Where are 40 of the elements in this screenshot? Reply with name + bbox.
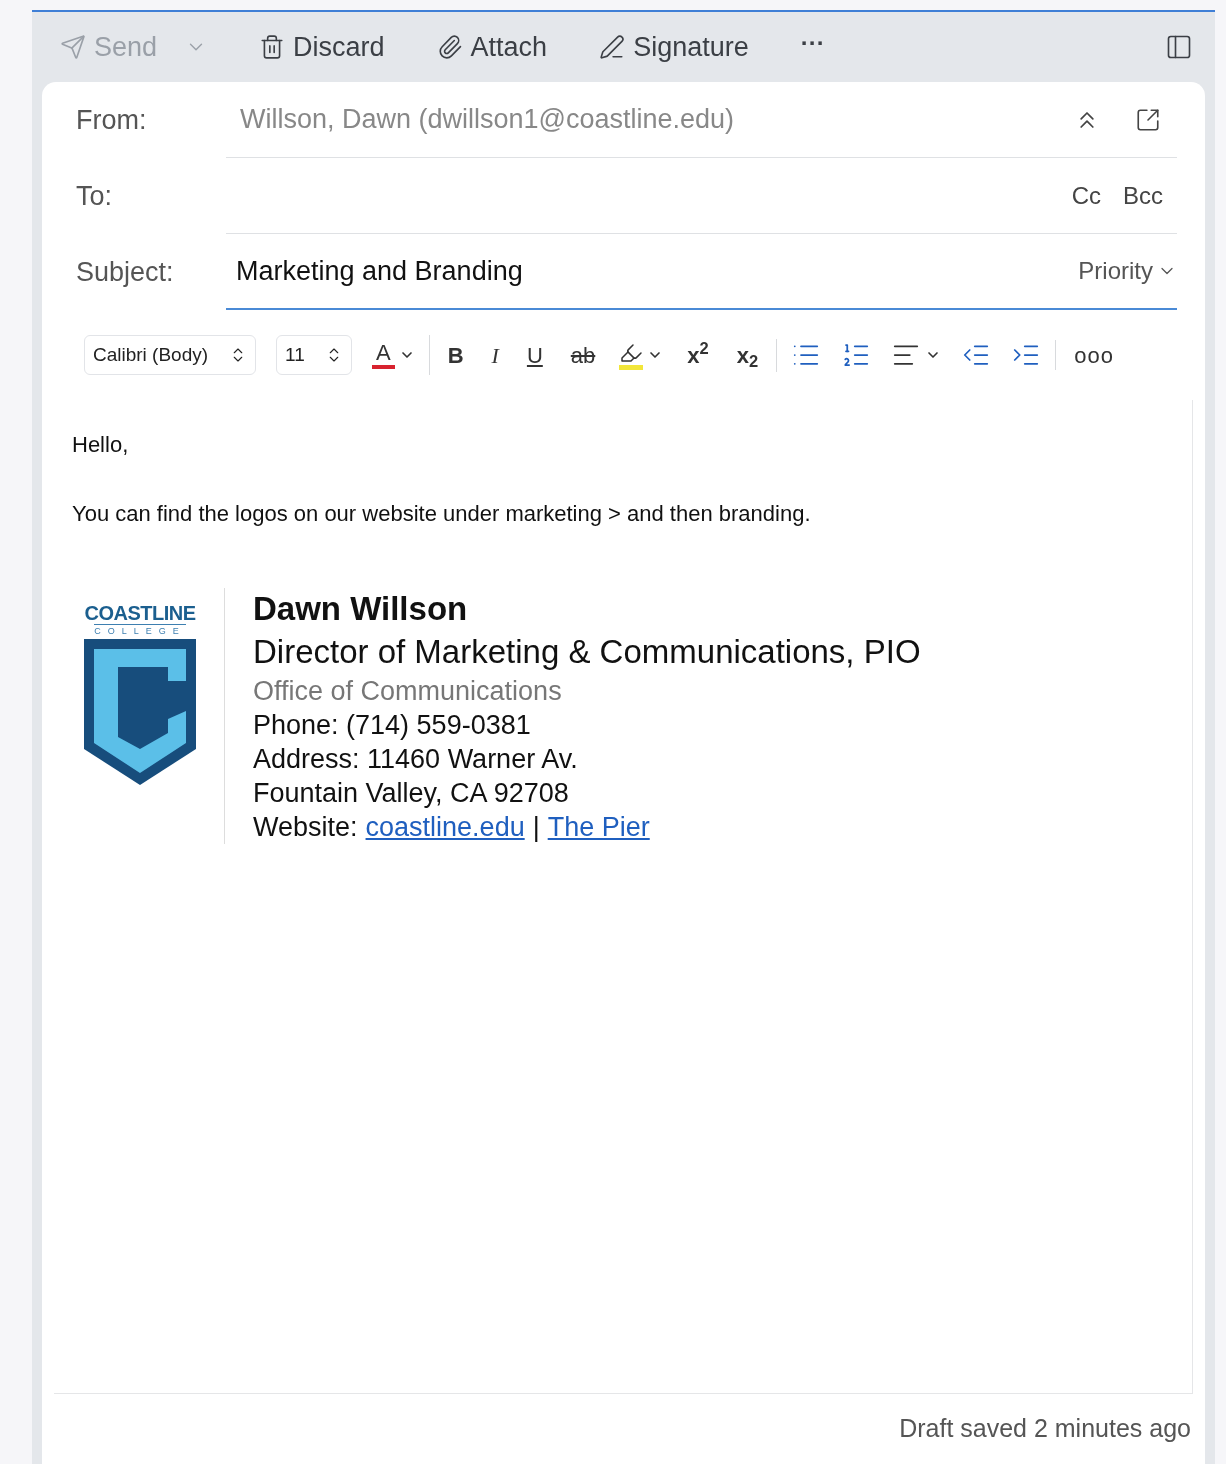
discard-button[interactable]: Discard	[259, 26, 385, 68]
website-link[interactable]: coastline.edu	[365, 810, 525, 844]
signature-line: Address: 11460 Warner Av.	[253, 743, 579, 776]
font-size-select[interactable]: 11	[276, 335, 352, 375]
signature-line: Fountain Valley, CA 92708	[253, 777, 570, 810]
more-button[interactable]: ···	[800, 25, 825, 61]
signature-title: Director of Marketing & Communications, PIO	[253, 632, 921, 672]
more-button[interactable]: ooo	[1070, 338, 1118, 372]
body-paragraph: Hello,	[72, 431, 130, 459]
bold-button[interactable]: B	[443, 338, 468, 372]
send-icon	[60, 34, 86, 60]
pen-icon	[599, 34, 626, 60]
body-paragraph: You can find the logos on our website under marketing > and then branding.	[72, 500, 812, 528]
cc-button[interactable]: Cc	[1071, 177, 1101, 214]
underline-button[interactable]: U	[522, 338, 547, 372]
link-separator: |	[532, 811, 540, 844]
status-text: Draft saved 2 minutes ago	[899, 1413, 1191, 1445]
superscript-button[interactable]: x$^{2}$	[683, 338, 713, 372]
paperclip-icon	[436, 34, 463, 60]
website-link[interactable]: The Pier	[547, 810, 650, 844]
from-label: From:	[76, 103, 148, 137]
from-field[interactable]: Willson, Dawn (dwillson1@coastline.edu)	[240, 99, 735, 140]
signature-name: Dawn Willson	[253, 589, 469, 629]
font-color-button[interactable]: A	[372, 341, 395, 369]
strike-button[interactable]: ab	[566, 338, 600, 372]
bcc-button[interactable]: Bcc	[1123, 177, 1163, 214]
signature-office: Office of Communications	[253, 675, 563, 708]
attach-button[interactable]: Attach	[436, 26, 548, 68]
italic-button[interactable]: I	[487, 338, 503, 372]
subject-label: Subject:	[76, 255, 175, 289]
font-select[interactable]: Calibri (Body)	[84, 335, 256, 375]
subscript-button[interactable]: x$_{2}$	[732, 338, 763, 372]
website-label: Website:	[253, 811, 358, 844]
to-label: To:	[76, 179, 114, 213]
signature-button[interactable]: Signature	[599, 26, 749, 68]
priority-button[interactable]: Priority	[1078, 253, 1177, 289]
subject-field[interactable]: Marketing and Branding	[236, 250, 1079, 292]
trash-icon	[259, 34, 286, 60]
college-logo: COASTLINE COLLEGE	[84, 602, 196, 787]
signature-line: Phone: (714) 559-0381	[253, 709, 532, 742]
